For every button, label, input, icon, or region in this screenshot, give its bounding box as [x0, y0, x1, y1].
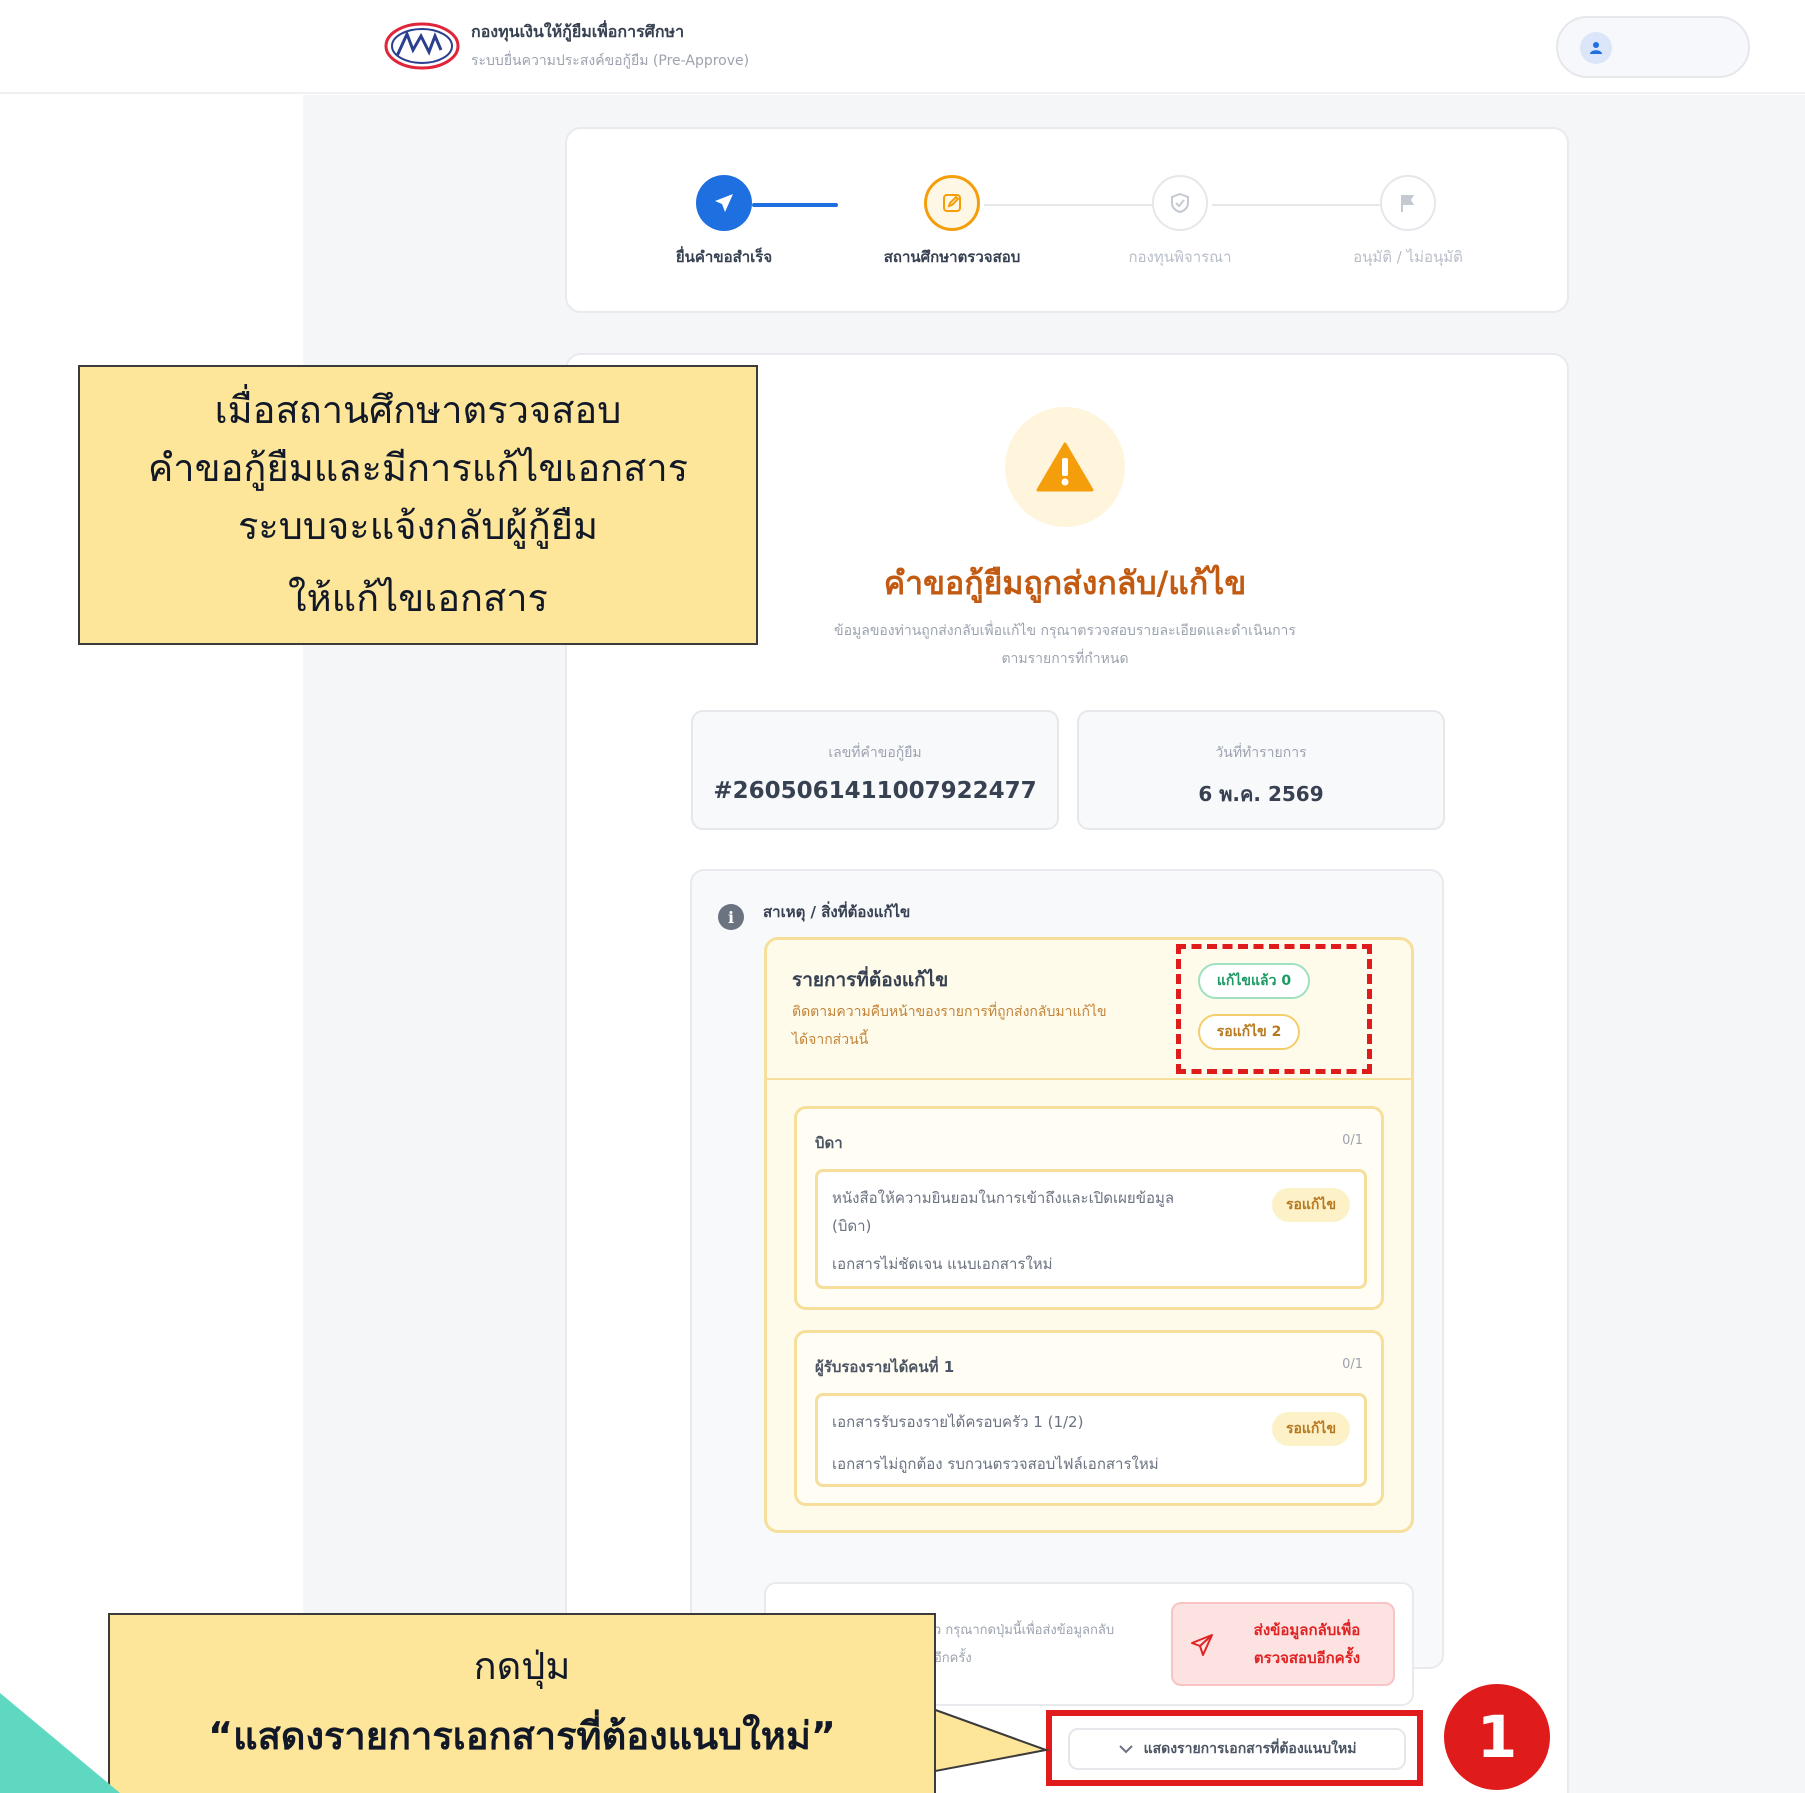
transaction-date-box: วันที่ทำรายการ 6 พ.ค. 2569: [1077, 710, 1445, 830]
chevron-down-icon: [1118, 1745, 1133, 1754]
warning-icon: [1036, 442, 1094, 492]
step-connector-2: [984, 204, 1152, 206]
fix-desc-line-2: ได้จากส่วนนี้: [792, 1032, 869, 1048]
section-count: 0/1: [1342, 1133, 1363, 1148]
resend-desc-line-1: ว กรุณากดปุ่มนี้เพื่อส่งข้อมูลกลับ: [934, 1623, 1115, 1638]
show-docs-highlight: แสดงรายการเอกสารที่ต้องแนบใหม่: [1046, 1710, 1423, 1786]
section-count: 0/1: [1342, 1357, 1363, 1372]
decorative-corner: [0, 1693, 120, 1793]
callout-instruction-line-2: “แสดงรายการเอกสารที่ต้องแนบใหม่”: [208, 1714, 836, 1758]
status-description: ข้อมูลของท่านถูกส่งกลับเพื่อแก้ไข กรุณาต…: [760, 617, 1370, 673]
doc-note: เอกสารไม่ชัดเจน แนบเอกสารใหม่: [832, 1255, 1053, 1273]
user-icon: [1590, 42, 1602, 54]
request-number-value: #2605061411007922477: [713, 778, 1037, 804]
doc-name-line-1: หนังสือให้ความยินยอมในการเข้าถึงและเปิดเ…: [832, 1189, 1175, 1207]
step-3-circle: [1152, 175, 1208, 231]
status-desc-line-2: ตามรายการที่กำหนด: [1001, 651, 1129, 667]
step-2-circle: [924, 175, 980, 231]
wait-status-badge: รอแก้ไข: [1272, 1188, 1350, 1222]
show-docs-label: แสดงรายการเอกสารที่ต้องแนบใหม่: [1143, 1741, 1357, 1757]
send-icon: [1191, 1634, 1213, 1656]
wait-status-badge: รอแก้ไข: [1272, 1412, 1350, 1446]
transaction-date-value: 6 พ.ค. 2569: [1198, 782, 1324, 806]
step-3-label: กองทุนพิจารณา: [1128, 248, 1232, 266]
section-title: ผู้รับรองรายได้คนที่ 1: [815, 1358, 955, 1376]
section-title: บิดา: [815, 1134, 843, 1152]
callout-line-2: คำขอกู้ยืมและมีการแก้ไขเอกสาร: [147, 446, 689, 490]
request-number-box: เลขที่คำขอกู้ยืม #2605061411007922477: [691, 710, 1059, 830]
warning-badge: [1005, 407, 1125, 527]
reason-title: สาเหตุ / สิ่งที่ต้องแก้ไข: [763, 903, 911, 921]
send-icon: [715, 194, 733, 212]
doc-name: เอกสารรับรองรายได้ครอบครัว 1 (1/2): [832, 1413, 1084, 1431]
top-bar: กองทุนเงินให้กู้ยืมเพื่อการศึกษา ระบบยื่…: [0, 0, 1805, 94]
callout-explanation: เมื่อสถานศึกษาตรวจสอบ คำขอกู้ยืมและมีการ…: [78, 365, 758, 645]
fix-panel-divider: [767, 1078, 1411, 1080]
section-father: บิดา 0/1 หนังสือให้ความยินยอมในการเข้าถึ…: [794, 1106, 1384, 1310]
step-4-label: อนุมัติ / ไม่อนุมัติ: [1353, 248, 1463, 266]
doc-item[interactable]: เอกสารรับรองรายได้ครอบครัว 1 (1/2) เอกสา…: [815, 1393, 1367, 1487]
edit-icon: [943, 194, 961, 212]
step-number-marker: 1: [1444, 1684, 1550, 1790]
step-connector-3: [1212, 204, 1380, 206]
callout-pointer: [930, 1706, 1050, 1774]
doc-name-line-2: (บิดา): [832, 1217, 872, 1235]
status-desc-line-1: ข้อมูลของท่านถูกส่งกลับเพื่อแก้ไข กรุณาต…: [834, 623, 1296, 639]
org-title: กองทุนเงินให้กู้ยืมเพื่อการศึกษา: [471, 22, 685, 41]
step-1-label: ยื่นคำขอสำเร็จ: [675, 248, 773, 266]
doc-item[interactable]: หนังสือให้ความยินยอมในการเข้าถึงและเปิดเ…: [815, 1169, 1367, 1289]
request-number-label: เลขที่คำขอกู้ยืม: [828, 745, 922, 761]
step-connector-1: [752, 203, 838, 207]
resend-label-line-1: ส่งข้อมูลกลับเพื่อ: [1253, 1621, 1361, 1639]
step-2-label: สถานศึกษาตรวจสอบ: [883, 248, 1021, 266]
step-1-circle: [696, 175, 752, 231]
doc-note: เอกสารไม่ถูกต้อง รบกวนตรวจสอบไฟล์เอกสารใ…: [832, 1455, 1159, 1473]
org-subtitle: ระบบยื่นความประสงค์ขอกู้ยืม (Pre-Approve…: [471, 53, 750, 69]
user-menu[interactable]: [1556, 16, 1750, 78]
doc-name: หนังสือให้ความยินยอมในการเข้าถึงและเปิดเ…: [832, 1184, 1232, 1240]
resend-label-line-2: ตรวจสอบอีกครั้ง: [1253, 1649, 1361, 1667]
transaction-date-label: วันที่ทำรายการ: [1215, 745, 1307, 761]
callout-line-4: ให้แก้ไขเอกสาร: [288, 576, 548, 620]
user-avatar: [1580, 32, 1612, 64]
step-4-circle: [1380, 175, 1436, 231]
callout-instruction-line-1: กดปุ่ม: [473, 1644, 571, 1688]
show-docs-button[interactable]: แสดงรายการเอกสารที่ต้องแนบใหม่: [1068, 1728, 1406, 1770]
callout-instruction: กดปุ่ม “แสดงรายการเอกสารที่ต้องแนบใหม่”: [108, 1613, 936, 1793]
resend-description: ว กรุณากดปุ่มนี้เพื่อส่งข้อมูลกลับ อีกคร…: [934, 1617, 1154, 1673]
highlight-dashed-box: [1176, 944, 1372, 1074]
fix-list-description: ติดตามความคืบหน้าของรายการที่ถูกส่งกลับม…: [792, 998, 1172, 1054]
shield-icon: [1171, 192, 1189, 214]
status-title: คำขอกู้ยืมถูกส่งกลับ/แก้ไข: [883, 564, 1247, 602]
resend-button[interactable]: ส่งข้อมูลกลับเพื่อ ตรวจสอบอีกครั้ง: [1171, 1602, 1395, 1686]
fix-list-title: รายการที่ต้องแก้ไข: [792, 969, 949, 991]
section-income-certifier: ผู้รับรองรายได้คนที่ 1 0/1 เอกสารรับรองร…: [794, 1330, 1384, 1506]
resend-button-label: ส่งข้อมูลกลับเพื่อ ตรวจสอบอีกครั้ง: [1227, 1616, 1387, 1672]
callout-line-1: เมื่อสถานศึกษาตรวจสอบ: [214, 388, 622, 432]
info-icon: i: [718, 904, 744, 930]
fund-logo: [384, 22, 460, 70]
flag-icon: [1401, 195, 1414, 212]
resend-desc-line-2: อีกครั้ง: [934, 1651, 972, 1666]
callout-line-3: ระบบจะแจ้งกลับผู้กู้ยืม: [237, 504, 599, 548]
fix-desc-line-1: ติดตามความคืบหน้าของรายการที่ถูกส่งกลับม…: [792, 1004, 1107, 1020]
